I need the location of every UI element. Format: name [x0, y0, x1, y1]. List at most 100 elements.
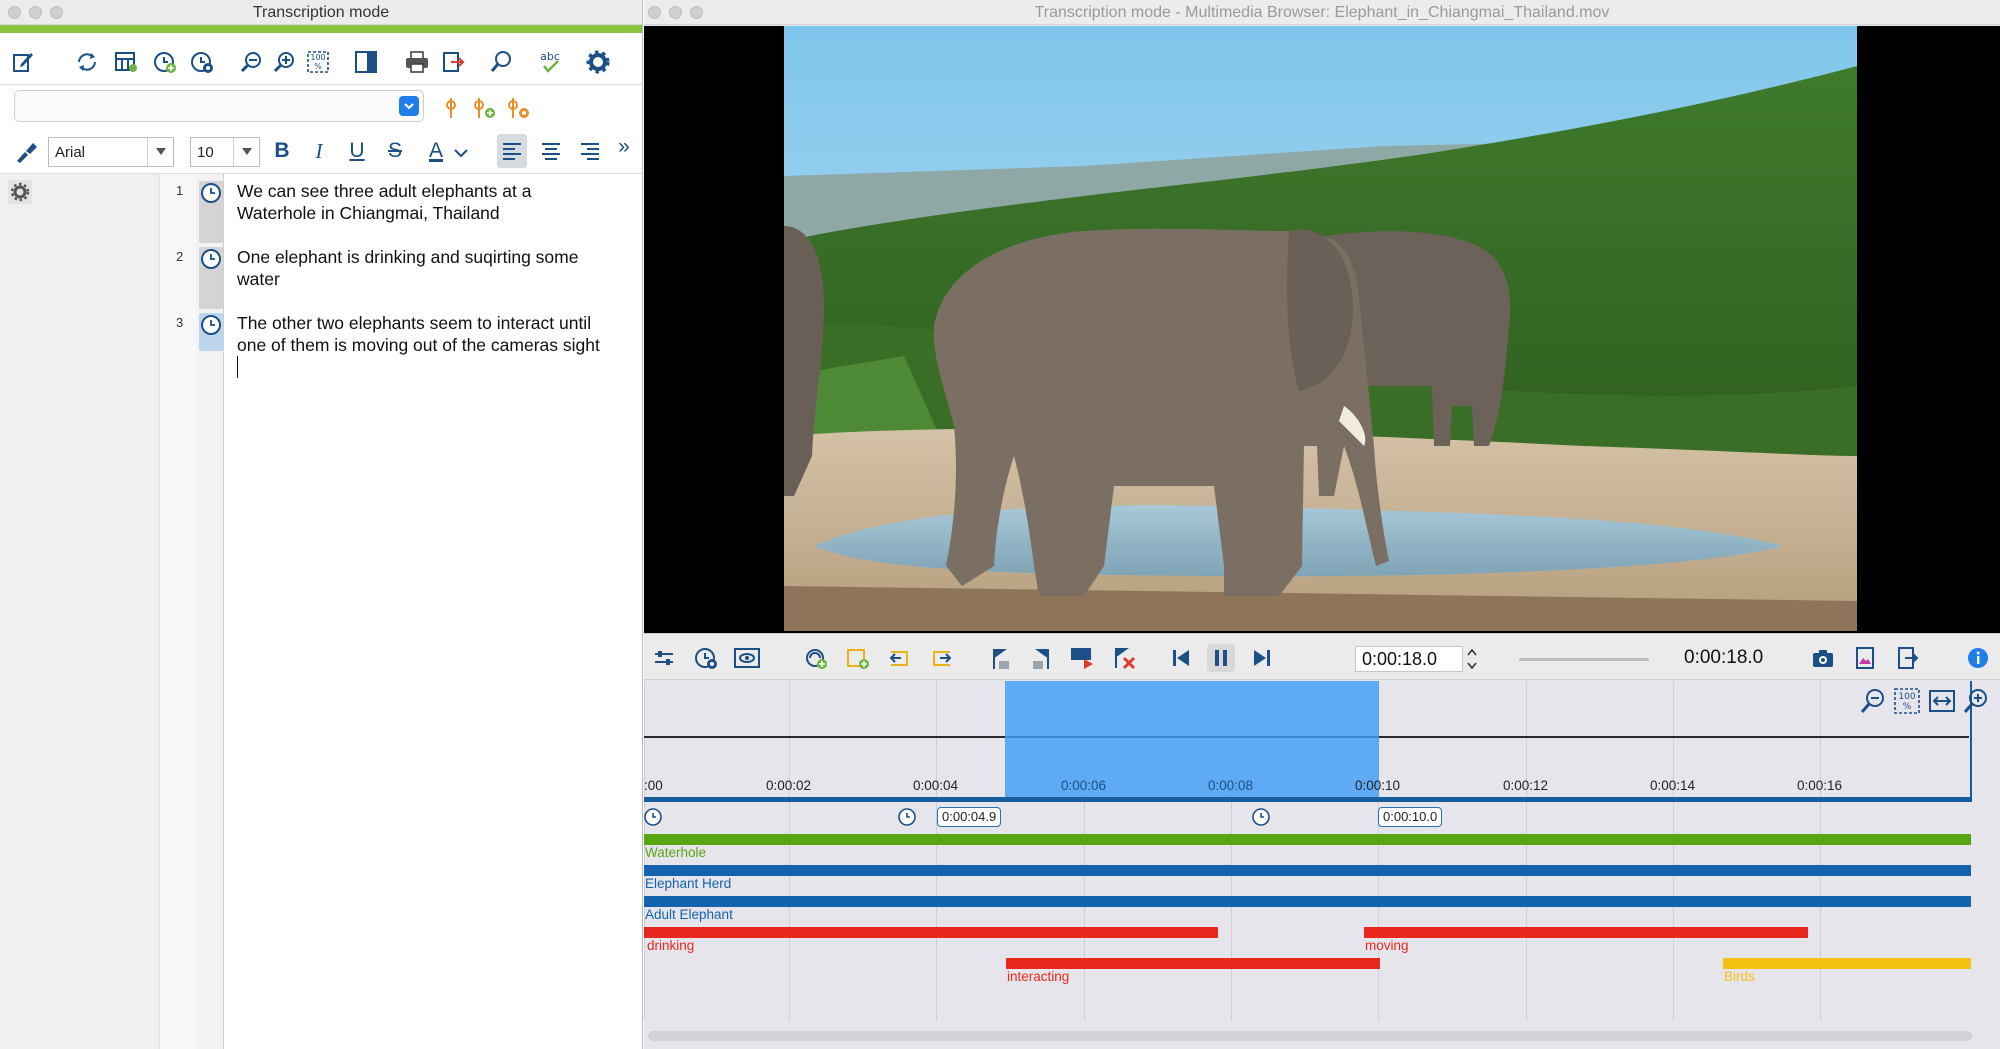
tick-label: 0:00:12 [1503, 778, 1549, 793]
code-segment-waterhole[interactable] [644, 834, 1971, 845]
text-color-button[interactable]: A [424, 134, 448, 168]
align-center-button[interactable] [536, 134, 566, 168]
transcript-editor [0, 174, 642, 1049]
table-icon[interactable] [112, 48, 140, 76]
code-segment-birds[interactable] [1723, 958, 1971, 969]
paragraph-number: 1 [176, 183, 184, 198]
timestamp-pill[interactable]: 0:00:04.9 [937, 807, 1002, 827]
paragraph-3[interactable]: The other two elephants seem to interact… [237, 312, 632, 356]
volume-slider[interactable] [1519, 658, 1649, 661]
chevron-down-icon[interactable] [399, 96, 419, 116]
chevron-down-icon[interactable] [452, 146, 470, 160]
align-right-button[interactable] [575, 134, 605, 168]
export-icon[interactable] [440, 48, 468, 76]
paragraph-1[interactable]: We can see three adult elephants at a Wa… [237, 180, 632, 224]
context-dropdown[interactable] [14, 90, 424, 122]
delete-segment-icon[interactable] [1110, 644, 1138, 672]
horizontal-scrollbar[interactable] [648, 1031, 1972, 1041]
segment-start-icon[interactable] [886, 644, 914, 672]
image-icon[interactable] [1851, 644, 1879, 672]
set-start-icon[interactable] [986, 644, 1014, 672]
code-label: moving [1365, 938, 1409, 953]
timeline-panel[interactable]: :00 0:00:02 0:00:04 0:00:06 0:00:08 0:00… [644, 681, 2000, 1049]
skip-back-icon[interactable] [1167, 644, 1195, 672]
multimedia-browser-window: Transcription mode - Multimedia Browser:… [644, 0, 2000, 1049]
video-player[interactable] [644, 26, 2000, 633]
gear-icon[interactable] [8, 180, 32, 204]
time-ruler [644, 797, 1971, 802]
code-segment-interacting[interactable] [1006, 958, 1380, 969]
align-left-button[interactable] [497, 134, 527, 168]
paragraph-line: water [237, 269, 280, 289]
pin-marker-icon[interactable] [440, 96, 462, 120]
camera-icon[interactable] [1809, 644, 1837, 672]
set-end-icon[interactable] [1028, 644, 1056, 672]
clock-icon[interactable] [644, 807, 663, 827]
code-segment-adult-elephant[interactable] [644, 896, 1971, 907]
main-toolbar: 100% abc [0, 40, 642, 82]
pause-icon[interactable] [1207, 644, 1235, 672]
paragraph-line: One elephant is drinking and suqirting s… [237, 247, 579, 267]
gridline [936, 681, 937, 1021]
strikethrough-button[interactable]: S [380, 134, 410, 168]
bold-button[interactable]: B [267, 134, 297, 168]
fit-width-icon[interactable] [1927, 686, 1957, 716]
skip-forward-icon[interactable] [1248, 644, 1276, 672]
sliders-icon[interactable] [650, 644, 678, 672]
gridline [789, 681, 790, 1021]
preview-icon[interactable] [733, 644, 761, 672]
svg-text:%: % [314, 62, 322, 71]
timestamp-settings-icon[interactable] [188, 48, 216, 76]
play-segment-icon[interactable] [1068, 644, 1096, 672]
print-icon[interactable] [403, 48, 431, 76]
zoom-out-icon[interactable] [1858, 686, 1888, 716]
add-timestamp-icon[interactable] [151, 48, 179, 76]
timestamp-pill[interactable]: 0:00:10.0 [1378, 807, 1443, 827]
view-panel-icon[interactable] [352, 48, 380, 76]
underline-button[interactable]: U [342, 134, 372, 168]
paragraph-line: The other two elephants seem to interact… [237, 313, 592, 333]
time-stepper[interactable] [1465, 643, 1479, 675]
clock-icon[interactable] [1251, 807, 1271, 827]
clock-icon[interactable] [897, 807, 917, 827]
chevron-down-icon[interactable] [147, 138, 173, 166]
clock-icon[interactable] [200, 314, 222, 336]
code-segment-moving[interactable] [1364, 927, 1808, 938]
search-icon[interactable] [487, 48, 515, 76]
code-segment-elephant-herd[interactable] [644, 865, 1971, 876]
add-marker-icon[interactable] [470, 96, 498, 120]
zoom-100-icon[interactable]: 100% [304, 48, 332, 76]
spellcheck-icon[interactable]: abc [536, 48, 564, 76]
italic-button[interactable]: I [304, 134, 334, 168]
gridline [1673, 681, 1674, 1021]
link-add-icon[interactable] [802, 644, 830, 672]
format-painter-icon[interactable] [13, 139, 39, 165]
zoom-100-text: 100 [310, 53, 325, 62]
edit-icon[interactable] [9, 48, 37, 76]
code-label: Birds [1724, 969, 1755, 984]
time-input[interactable]: 0:00:18.0 [1355, 646, 1463, 672]
info-icon[interactable] [1964, 644, 1992, 672]
segment-end-icon[interactable] [927, 644, 955, 672]
timestamp-settings-icon[interactable] [692, 644, 720, 672]
clock-icon[interactable] [200, 248, 222, 270]
zoom-in-icon[interactable] [270, 48, 298, 76]
chevron-down-icon[interactable] [233, 138, 259, 166]
add-segment-icon[interactable] [844, 644, 872, 672]
font-family-select[interactable]: Arial [48, 137, 174, 167]
zoom-100-icon[interactable]: 100% [1892, 686, 1922, 716]
sync-icon[interactable] [73, 48, 101, 76]
font-size-select[interactable]: 10 [190, 137, 260, 167]
zoom-out-icon[interactable] [237, 48, 265, 76]
settings-icon[interactable] [584, 48, 612, 76]
more-options-button[interactable]: » [612, 130, 636, 164]
clock-icon[interactable] [200, 182, 222, 204]
code-segment-drinking[interactable] [644, 927, 1218, 938]
code-label: Adult Elephant [645, 907, 733, 922]
edit-marker-icon[interactable] [504, 96, 532, 120]
zoom-in-icon[interactable] [1961, 686, 1991, 716]
code-label: Elephant Herd [645, 876, 732, 891]
paragraph-2[interactable]: One elephant is drinking and suqirting s… [237, 246, 632, 290]
export-media-icon[interactable] [1893, 644, 1921, 672]
tick-label: 0:00:08 [1208, 778, 1254, 793]
